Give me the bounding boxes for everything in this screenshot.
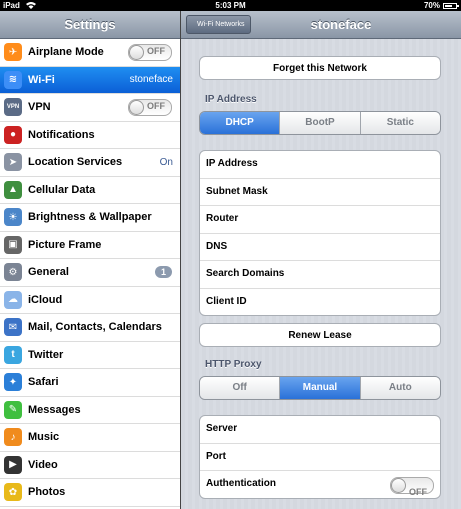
sidebar-item-icloud[interactable]: ☁ iCloud xyxy=(0,287,180,314)
sidebar-item-safari[interactable]: ✦ Safari xyxy=(0,369,180,397)
sidebar-item-label: Messages xyxy=(28,403,81,416)
segment-off[interactable]: Off xyxy=(200,377,281,399)
sidebar-item-label: Music xyxy=(28,431,60,444)
sidebar-item-vpn[interactable]: VPN VPN OFF xyxy=(0,94,180,122)
picture-frame-icon: ▣ xyxy=(4,235,22,254)
music-icon: ♪ xyxy=(4,428,22,447)
ip-address-row[interactable]: IP Address xyxy=(200,151,440,179)
sidebar-item-label: Picture Frame xyxy=(28,238,102,251)
sidebar-item-brightness-wallpaper[interactable]: ☀ Brightness & Wallpaper xyxy=(0,204,180,232)
battery-percent: 70% xyxy=(423,1,440,10)
sidebar-item-label: iCloud xyxy=(28,293,63,306)
update-badge: 1 xyxy=(154,266,172,279)
sidebar-item-picture-frame[interactable]: ▣ Picture Frame xyxy=(0,232,180,259)
sidebar-item-general[interactable]: ⚙ General 1 xyxy=(0,259,180,287)
sidebar-item-messages[interactable]: ✎ Messages xyxy=(0,397,180,424)
status-bar: iPad 5:03 PM 70% xyxy=(0,0,461,11)
toggle-switch[interactable]: OFF xyxy=(128,43,172,61)
port-row[interactable]: Port xyxy=(200,444,440,471)
sidebar-item-label: Brightness & Wallpaper xyxy=(28,211,152,224)
sidebar-item-label: General xyxy=(28,266,69,279)
sidebar-item-label: Cellular Data xyxy=(28,183,96,196)
segment-auto[interactable]: Auto xyxy=(360,377,440,399)
airplane-icon: ✈ xyxy=(4,43,22,62)
authentication-toggle[interactable]: OFF xyxy=(390,477,434,497)
authentication-label: Authentication xyxy=(206,478,276,489)
sidebar-item-mail-contacts-calendars[interactable]: ✉ Mail, Contacts, Calendars xyxy=(0,314,180,342)
detail-nav-bar: Wi-Fi Networks stoneface xyxy=(181,11,461,39)
toggle-knob xyxy=(129,44,144,60)
toggle-text: OFF xyxy=(147,100,165,111)
toggle-knob xyxy=(129,99,144,115)
sidebar-item-label: VPN xyxy=(28,101,51,114)
notifications-icon: ● xyxy=(4,125,22,144)
toggle-text: OFF xyxy=(409,487,427,497)
sidebar-item-label: Notifications xyxy=(28,128,95,141)
twitter-icon: t xyxy=(4,345,22,364)
cloud-icon: ☁ xyxy=(4,290,22,309)
toggle-text: OFF xyxy=(147,45,165,56)
sidebar-item-value: On xyxy=(159,156,173,168)
segment-static[interactable]: Static xyxy=(360,112,440,134)
dns-row[interactable]: DNS xyxy=(200,234,440,261)
segment-bootp[interactable]: BootP xyxy=(280,112,361,134)
wifi-detail-panel: Wi-Fi Networks stoneface Forget this Net… xyxy=(181,11,461,509)
search-domains-row[interactable]: Search Domains xyxy=(200,261,440,289)
cellular-icon: ▲ xyxy=(4,180,22,199)
sidebar-item-label: Twitter xyxy=(28,348,64,361)
brightness-icon: ☀ xyxy=(4,208,22,227)
segment-dhcp[interactable]: DHCP xyxy=(200,112,281,134)
renew-lease-button[interactable]: Renew Lease xyxy=(199,323,441,347)
sidebar-item-label: Safari xyxy=(28,376,59,389)
sidebar-item-label: Video xyxy=(28,458,58,471)
messages-icon: ✎ xyxy=(4,400,22,419)
clock: 5:03 PM xyxy=(215,1,246,10)
forget-network-button[interactable]: Forget this Network xyxy=(199,56,441,80)
sidebar-item-label: Airplane Mode xyxy=(28,46,104,59)
authentication-row: Authentication OFF xyxy=(200,471,440,498)
sidebar-item-location-services[interactable]: ➤ Location Services On xyxy=(0,149,180,177)
sidebar-item-wi-fi[interactable]: ≋ Wi-Fi stoneface xyxy=(0,66,180,94)
gear-icon: ⚙ xyxy=(4,263,22,282)
sidebar-title: Settings xyxy=(0,11,180,39)
mail-icon: ✉ xyxy=(4,318,22,337)
subnet-mask-row[interactable]: Subnet Mask xyxy=(200,179,440,206)
http-proxy-section-label: HTTP Proxy xyxy=(205,359,262,370)
compass-icon: ✦ xyxy=(4,373,22,392)
sidebar-item-label: Wi-Fi xyxy=(28,73,55,86)
toggle-knob xyxy=(391,478,406,493)
wifi-icon: ≋ xyxy=(4,70,22,89)
sidebar-item-cellular-data[interactable]: ▲ Cellular Data xyxy=(0,177,180,204)
sidebar-item-notifications[interactable]: ● Notifications xyxy=(0,122,180,149)
sidebar-item-music[interactable]: ♪ Music xyxy=(0,424,180,452)
settings-list: ✈ Airplane Mode OFF ≋ Wi-Fi stoneface VPN VPN OF… xyxy=(0,39,180,509)
client-id-row[interactable]: Client ID xyxy=(200,289,440,316)
toggle-switch[interactable]: OFF xyxy=(128,98,172,116)
sidebar-item-airplane-mode[interactable]: ✈ Airplane Mode OFF xyxy=(0,39,180,67)
video-icon: ▶ xyxy=(4,455,22,474)
settings-sidebar: Settings ✈ Airplane Mode OFF ≋ Wi-Fi stonefac… xyxy=(0,11,181,509)
proxy-details-group: Server Port Authentication OFF xyxy=(199,415,441,499)
sidebar-item-value: stoneface xyxy=(129,74,173,86)
vpn-icon: VPN xyxy=(4,98,22,117)
ip-mode-segmented-control: DHCP BootP Static xyxy=(199,111,441,135)
page-title: stoneface xyxy=(310,17,372,32)
sidebar-item-video[interactable]: ▶ Video xyxy=(0,452,180,479)
sidebar-item-twitter[interactable]: t Twitter xyxy=(0,342,180,369)
sidebar-item-label: Location Services xyxy=(28,156,123,169)
router-row[interactable]: Router xyxy=(200,206,440,234)
sidebar-item-label: Photos xyxy=(28,486,66,499)
ip-address-section-label: IP Address xyxy=(205,94,257,105)
ip-details-group: IP Address Subnet Mask Router DNS Search… xyxy=(199,150,441,316)
sidebar-item-photos[interactable]: ✿ Photos xyxy=(0,479,180,507)
proxy-mode-segmented-control: Off Manual Auto xyxy=(199,376,441,400)
sunflower-icon: ✿ xyxy=(4,483,22,502)
server-row[interactable]: Server xyxy=(200,416,440,444)
segment-manual[interactable]: Manual xyxy=(280,377,361,399)
battery-icon xyxy=(443,2,459,9)
location-icon: ➤ xyxy=(4,153,22,172)
sidebar-item-label: Mail, Contacts, Calendars xyxy=(28,321,162,334)
